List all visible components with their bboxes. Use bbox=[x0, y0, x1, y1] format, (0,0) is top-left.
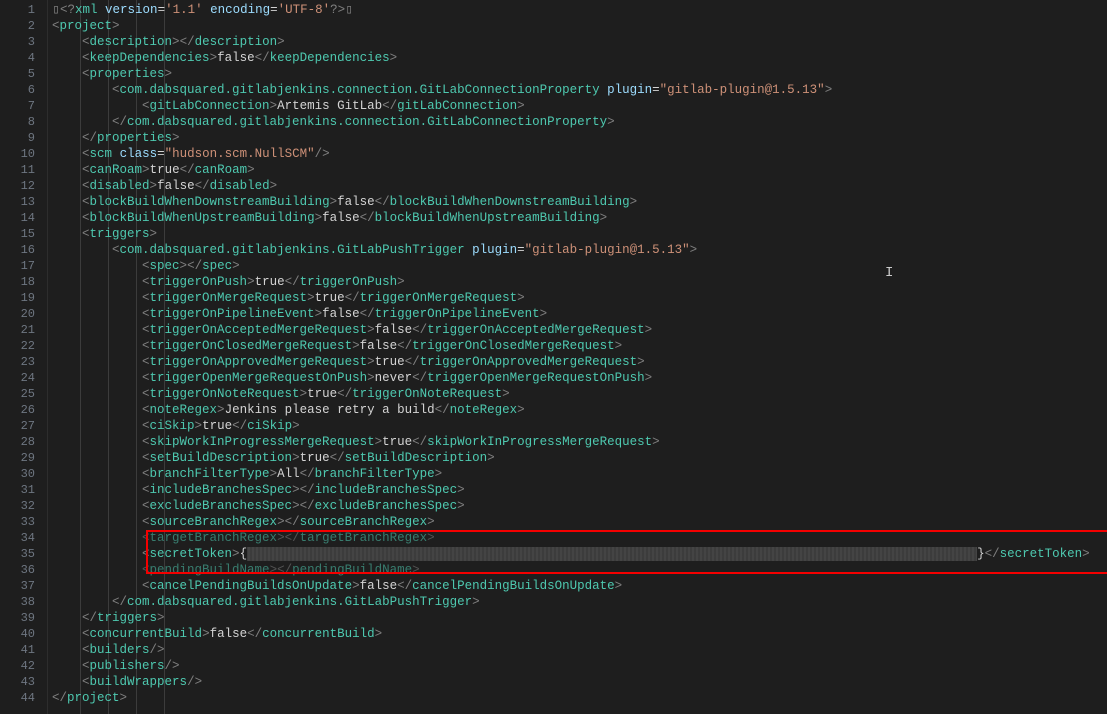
code-line[interactable]: <description></description> bbox=[48, 34, 1107, 50]
line-number: 3 bbox=[0, 34, 47, 50]
line-number: 14 bbox=[0, 210, 47, 226]
line-number: 44 bbox=[0, 690, 47, 706]
line-number: 1 bbox=[0, 2, 47, 18]
code-line[interactable]: </com.dabsquared.gitlabjenkins.GitLabPus… bbox=[48, 594, 1107, 610]
line-number: 30 bbox=[0, 466, 47, 482]
line-number: 13 bbox=[0, 194, 47, 210]
code-line[interactable]: ▯<?xml version='1.1' encoding='UTF-8'?>▯ bbox=[48, 2, 1107, 18]
line-number: 24 bbox=[0, 370, 47, 386]
code-line[interactable]: <builders/> bbox=[48, 642, 1107, 658]
line-number: 22 bbox=[0, 338, 47, 354]
code-line[interactable]: <branchFilterType>All</branchFilterType> bbox=[48, 466, 1107, 482]
line-number: 36 bbox=[0, 562, 47, 578]
line-number: 17 bbox=[0, 258, 47, 274]
line-number: 16 bbox=[0, 242, 47, 258]
code-line[interactable]: <triggerOnClosedMergeRequest>false</trig… bbox=[48, 338, 1107, 354]
line-number-gutter: 1234567891011121314151617181920212223242… bbox=[0, 0, 48, 714]
code-line[interactable]: </project> bbox=[48, 690, 1107, 706]
line-number: 42 bbox=[0, 658, 47, 674]
line-number: 43 bbox=[0, 674, 47, 690]
line-number: 12 bbox=[0, 178, 47, 194]
line-number: 34 bbox=[0, 530, 47, 546]
line-number: 26 bbox=[0, 402, 47, 418]
code-line[interactable]: <includeBranchesSpec></includeBranchesSp… bbox=[48, 482, 1107, 498]
line-number: 37 bbox=[0, 578, 47, 594]
code-line[interactable]: <pendingBuildName></pendingBuildName> bbox=[48, 562, 1107, 578]
line-number: 35 bbox=[0, 546, 47, 562]
line-number: 7 bbox=[0, 98, 47, 114]
code-line[interactable]: <cancelPendingBuildsOnUpdate>false</canc… bbox=[48, 578, 1107, 594]
code-line[interactable]: <noteRegex>Jenkins please retry a build<… bbox=[48, 402, 1107, 418]
line-number: 15 bbox=[0, 226, 47, 242]
code-line[interactable]: <spec></spec> bbox=[48, 258, 1107, 274]
line-number: 5 bbox=[0, 66, 47, 82]
code-line[interactable]: <targetBranchRegex></targetBranchRegex> bbox=[48, 530, 1107, 546]
code-line[interactable]: <triggerOnAcceptedMergeRequest>false</tr… bbox=[48, 322, 1107, 338]
line-number: 19 bbox=[0, 290, 47, 306]
code-line[interactable]: <publishers/> bbox=[48, 658, 1107, 674]
line-number: 11 bbox=[0, 162, 47, 178]
code-line[interactable]: <skipWorkInProgressMergeRequest>true</sk… bbox=[48, 434, 1107, 450]
code-line[interactable]: <canRoam>true</canRoam> bbox=[48, 162, 1107, 178]
code-line[interactable]: <triggerOpenMergeRequestOnPush>never</tr… bbox=[48, 370, 1107, 386]
code-line[interactable]: <sourceBranchRegex></sourceBranchRegex> bbox=[48, 514, 1107, 530]
line-number: 27 bbox=[0, 418, 47, 434]
line-number: 6 bbox=[0, 82, 47, 98]
code-line[interactable]: <ciSkip>true</ciSkip> bbox=[48, 418, 1107, 434]
code-line[interactable]: <triggers> bbox=[48, 226, 1107, 242]
line-number: 39 bbox=[0, 610, 47, 626]
line-number: 23 bbox=[0, 354, 47, 370]
code-line[interactable]: <concurrentBuild>false</concurrentBuild> bbox=[48, 626, 1107, 642]
code-line[interactable]: </triggers> bbox=[48, 610, 1107, 626]
code-line[interactable]: <triggerOnMergeRequest>true</triggerOnMe… bbox=[48, 290, 1107, 306]
line-number: 29 bbox=[0, 450, 47, 466]
code-line[interactable]: <excludeBranchesSpec></excludeBranchesSp… bbox=[48, 498, 1107, 514]
code-line[interactable]: </com.dabsquared.gitlabjenkins.connectio… bbox=[48, 114, 1107, 130]
line-number: 40 bbox=[0, 626, 47, 642]
code-line[interactable]: <triggerOnPipelineEvent>false</triggerOn… bbox=[48, 306, 1107, 322]
code-area[interactable]: ▯<?xml version='1.1' encoding='UTF-8'?>▯… bbox=[48, 0, 1107, 714]
code-line[interactable]: <triggerOnApprovedMergeRequest>true</tri… bbox=[48, 354, 1107, 370]
code-editor[interactable]: 1234567891011121314151617181920212223242… bbox=[0, 0, 1107, 714]
line-number: 2 bbox=[0, 18, 47, 34]
code-line[interactable]: <project> bbox=[48, 18, 1107, 34]
line-number: 25 bbox=[0, 386, 47, 402]
code-line[interactable]: <triggerOnNoteRequest>true</triggerOnNot… bbox=[48, 386, 1107, 402]
line-number: 31 bbox=[0, 482, 47, 498]
line-number: 10 bbox=[0, 146, 47, 162]
code-line[interactable]: <disabled>false</disabled> bbox=[48, 178, 1107, 194]
line-number: 18 bbox=[0, 274, 47, 290]
line-number: 41 bbox=[0, 642, 47, 658]
code-line[interactable]: <com.dabsquared.gitlabjenkins.GitLabPush… bbox=[48, 242, 1107, 258]
code-line[interactable]: <blockBuildWhenDownstreamBuilding>false<… bbox=[48, 194, 1107, 210]
code-line[interactable]: </properties> bbox=[48, 130, 1107, 146]
code-line[interactable]: <blockBuildWhenUpstreamBuilding>false</b… bbox=[48, 210, 1107, 226]
line-number: 8 bbox=[0, 114, 47, 130]
line-number: 20 bbox=[0, 306, 47, 322]
line-number: 21 bbox=[0, 322, 47, 338]
code-line[interactable]: <triggerOnPush>true</triggerOnPush> bbox=[48, 274, 1107, 290]
code-line[interactable]: <properties> bbox=[48, 66, 1107, 82]
code-line[interactable]: <buildWrappers/> bbox=[48, 674, 1107, 690]
code-line[interactable]: <com.dabsquared.gitlabjenkins.connection… bbox=[48, 82, 1107, 98]
code-line[interactable]: <gitLabConnection>Artemis GitLab</gitLab… bbox=[48, 98, 1107, 114]
code-line[interactable]: <setBuildDescription>true</setBuildDescr… bbox=[48, 450, 1107, 466]
line-number: 28 bbox=[0, 434, 47, 450]
line-number: 32 bbox=[0, 498, 47, 514]
line-number: 33 bbox=[0, 514, 47, 530]
line-number: 9 bbox=[0, 130, 47, 146]
code-line[interactable]: <secretToken>{}</secretToken> bbox=[48, 546, 1107, 562]
code-line[interactable]: <scm class="hudson.scm.NullSCM"/> bbox=[48, 146, 1107, 162]
line-number: 4 bbox=[0, 50, 47, 66]
code-line[interactable]: <keepDependencies>false</keepDependencie… bbox=[48, 50, 1107, 66]
line-number: 38 bbox=[0, 594, 47, 610]
